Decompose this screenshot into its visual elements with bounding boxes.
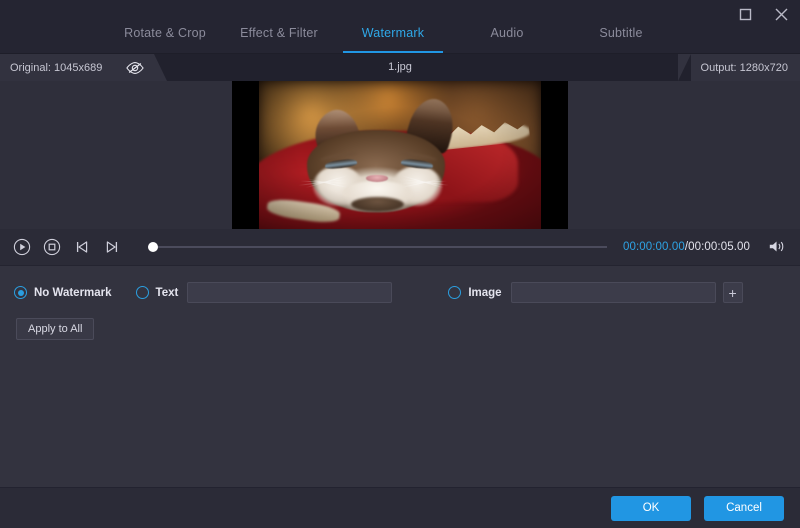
tab-bar: Rotate & Crop Effect & Filter Watermark … bbox=[0, 0, 800, 53]
playback-controls: 00:00:00.00/00:00:05.00 bbox=[0, 229, 800, 265]
cancel-button[interactable]: Cancel bbox=[704, 496, 784, 521]
current-time: 00:00:00.00 bbox=[623, 241, 685, 253]
apply-to-all-button[interactable]: Apply to All bbox=[16, 318, 94, 340]
original-size-chip: Original: 1045x689 bbox=[0, 54, 154, 81]
tab-effect-filter[interactable]: Effect & Filter bbox=[222, 13, 336, 53]
slider-track bbox=[148, 246, 607, 248]
tab-audio[interactable]: Audio bbox=[450, 13, 564, 53]
preview-area bbox=[0, 81, 800, 229]
watermark-options-panel: No Watermark Text Image + Apply to All bbox=[0, 265, 800, 488]
playback-progress-slider[interactable] bbox=[148, 239, 607, 255]
info-strip: 1.jpg Original: 1045x689 Output: 1280x72… bbox=[0, 54, 800, 81]
video-stage[interactable] bbox=[232, 81, 568, 229]
original-size-label: Original: 1045x689 bbox=[10, 62, 102, 74]
radio-image-watermark[interactable]: Image bbox=[448, 286, 501, 299]
radio-no-watermark[interactable]: No Watermark bbox=[14, 286, 112, 299]
radio-label-text: Text bbox=[156, 287, 179, 299]
total-time: 00:00:05.00 bbox=[688, 241, 750, 253]
tab-subtitle[interactable]: Subtitle bbox=[564, 13, 678, 53]
radio-indicator[interactable] bbox=[448, 286, 461, 299]
radio-indicator[interactable] bbox=[14, 286, 27, 299]
title-bar: Rotate & Crop Effect & Filter Watermark … bbox=[0, 0, 800, 54]
volume-icon[interactable] bbox=[766, 237, 788, 257]
next-frame-icon[interactable] bbox=[102, 237, 122, 257]
add-image-button[interactable]: + bbox=[723, 282, 743, 303]
tab-label: Rotate & Crop bbox=[124, 26, 206, 40]
tab-label: Audio bbox=[491, 26, 524, 40]
output-size-chip: Output: 1280x720 bbox=[691, 54, 800, 81]
tab-label: Subtitle bbox=[599, 26, 642, 40]
watermark-option-row: No Watermark Text Image + bbox=[0, 280, 800, 306]
watermark-image-input[interactable] bbox=[511, 282, 716, 303]
dialog-footer: OK Cancel bbox=[0, 487, 800, 528]
tab-watermark[interactable]: Watermark bbox=[336, 13, 450, 53]
output-size-label: Output: 1280x720 bbox=[701, 62, 788, 74]
slider-knob[interactable] bbox=[148, 242, 158, 252]
eye-slash-icon[interactable] bbox=[124, 59, 146, 77]
tab-label: Effect & Filter bbox=[240, 26, 318, 40]
radio-label-image: Image bbox=[468, 287, 501, 299]
image-vignette bbox=[259, 81, 541, 229]
ok-button[interactable]: OK bbox=[611, 496, 691, 521]
radio-label-no-watermark: No Watermark bbox=[34, 287, 112, 299]
watermark-text-input[interactable] bbox=[187, 282, 392, 303]
stop-icon[interactable] bbox=[42, 237, 62, 257]
preview-image bbox=[259, 81, 541, 229]
previous-frame-icon[interactable] bbox=[72, 237, 92, 257]
watermark-editor-window: Rotate & Crop Effect & Filter Watermark … bbox=[0, 0, 800, 528]
radio-text-watermark[interactable]: Text bbox=[136, 286, 179, 299]
timecode-display: 00:00:00.00/00:00:05.00 bbox=[623, 241, 750, 253]
tab-rotate-crop[interactable]: Rotate & Crop bbox=[108, 13, 222, 53]
play-icon[interactable] bbox=[12, 237, 32, 257]
tab-label: Watermark bbox=[362, 26, 424, 40]
radio-indicator[interactable] bbox=[136, 286, 149, 299]
